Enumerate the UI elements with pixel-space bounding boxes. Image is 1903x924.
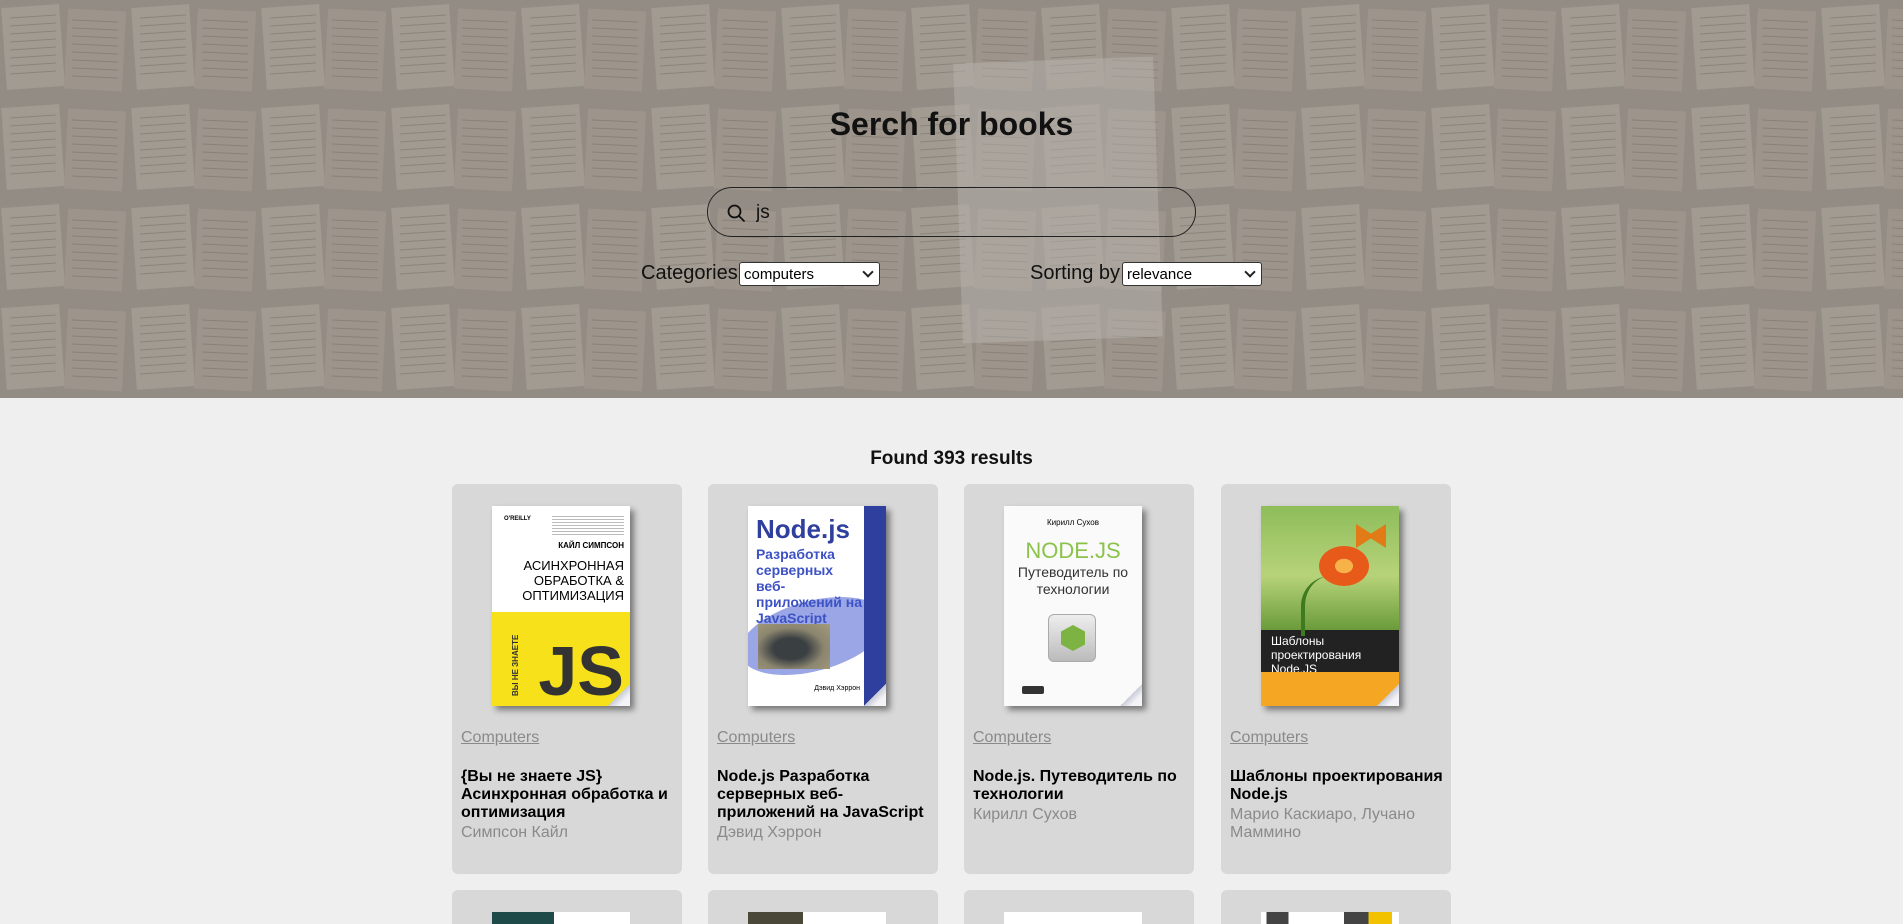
page-title: Serch for books <box>829 106 1074 142</box>
book-title: {Вы не знаете JS} Асинхронная обработка … <box>461 768 668 821</box>
book-cover[interactable]: Node.js Разработка серверных веб-приложе… <box>748 506 886 706</box>
book-cover[interactable] <box>1261 912 1399 924</box>
book-cover[interactable]: O'REILLY КАЙЛ СИМПСОН АСИНХРОННАЯ ОБРАБО… <box>492 506 630 706</box>
results-count: Found 393 results <box>870 448 1033 469</box>
hero-banner: Serch for books Categories computers Sor… <box>0 0 1903 398</box>
category-link[interactable]: Computers <box>461 729 539 747</box>
book-card[interactable]: Кирилл Сухов NODE.JS Путеводитель по тех… <box>964 484 1194 874</box>
sorting-select[interactable]: relevance <box>1122 262 1262 286</box>
category-link[interactable]: Computers <box>717 729 795 747</box>
page-curl-icon <box>1377 684 1399 706</box>
book-author: Кирилл Сухов <box>973 806 1077 823</box>
book-card[interactable]: Шаблоны проектирования Node.JS Computers… <box>1221 484 1451 874</box>
cover-author: Дэвид Хэррон <box>814 685 860 692</box>
cover-title: NODE.JS <box>1025 538 1121 563</box>
page-curl-icon <box>864 684 886 706</box>
cover-blurb <box>552 514 624 536</box>
cover-subtitle: Разработка серверных веб-приложений на J… <box>756 546 863 626</box>
book-card[interactable]: Node.js Разработка серверных веб-приложе… <box>708 484 938 874</box>
categories-select[interactable]: computers <box>739 262 880 286</box>
cover-author: Кирилл Сухов <box>1047 518 1099 527</box>
cover-side-text: ВЫ НЕ ЗНАЕТЕ <box>511 634 520 696</box>
cover-publisher: O'REILLY <box>504 516 531 522</box>
chevron-down-icon <box>862 266 874 278</box>
categories-label: Categories <box>641 262 738 284</box>
book-author: Марио Каскиаро, Лучано Маммино <box>1230 806 1415 841</box>
book-cover[interactable] <box>748 912 886 924</box>
category-link[interactable]: Computers <box>1230 729 1308 747</box>
chevron-down-icon <box>1244 266 1256 278</box>
book-cover[interactable] <box>492 912 630 924</box>
flower-icon <box>1319 546 1369 586</box>
book-card[interactable] <box>452 890 682 924</box>
cover-photo <box>758 624 830 669</box>
book-title: Node.js. Путеводитель по технологии <box>973 768 1177 803</box>
book-cover[interactable] <box>1004 912 1142 924</box>
page-curl-icon <box>1120 684 1142 706</box>
cover-author: КАЙЛ СИМПСОН <box>558 541 624 550</box>
butterfly-icon <box>1356 524 1386 548</box>
nodejs-logo-icon <box>1048 614 1096 662</box>
categories-selected-value: computers <box>744 265 815 283</box>
cover-subtitle: Путеводитель по технологии <box>1017 564 1129 597</box>
book-author: Дэвид Хэррон <box>717 824 822 841</box>
book-card[interactable] <box>708 890 938 924</box>
book-card[interactable] <box>964 890 1194 924</box>
book-author: Симпсон Кайл <box>461 824 569 841</box>
search-icon[interactable] <box>726 203 746 223</box>
book-title: Шаблоны проектирования Node.js <box>1230 768 1443 803</box>
book-title: Node.js Разработка серверных веб-приложе… <box>717 768 924 821</box>
cover-stripe <box>864 506 886 706</box>
book-card[interactable] <box>1221 890 1451 924</box>
book-card[interactable]: O'REILLY КАЙЛ СИМПСОН АСИНХРОННАЯ ОБРАБО… <box>452 484 682 874</box>
category-link[interactable]: Computers <box>973 729 1051 747</box>
book-cover[interactable]: Шаблоны проектирования Node.JS <box>1261 506 1399 706</box>
sorting-label: Sorting by <box>1030 262 1121 284</box>
sorting-selected-value: relevance <box>1127 265 1193 283</box>
book-cover[interactable]: Кирилл Сухов NODE.JS Путеводитель по тех… <box>1004 506 1142 706</box>
search-input[interactable] <box>756 198 1176 228</box>
cover-title: АСИНХРОННАЯ ОБРАБОТКА & ОПТИМИЗАЦИЯ <box>522 558 624 603</box>
page-curl-icon <box>608 684 630 706</box>
publisher-logo-icon <box>1022 686 1044 694</box>
cover-title: Node.js <box>756 514 850 544</box>
cover-title: Шаблоны проектирования Node.JS <box>1271 634 1362 676</box>
cover-stem <box>1301 576 1361 636</box>
search-bar[interactable] <box>707 187 1196 237</box>
